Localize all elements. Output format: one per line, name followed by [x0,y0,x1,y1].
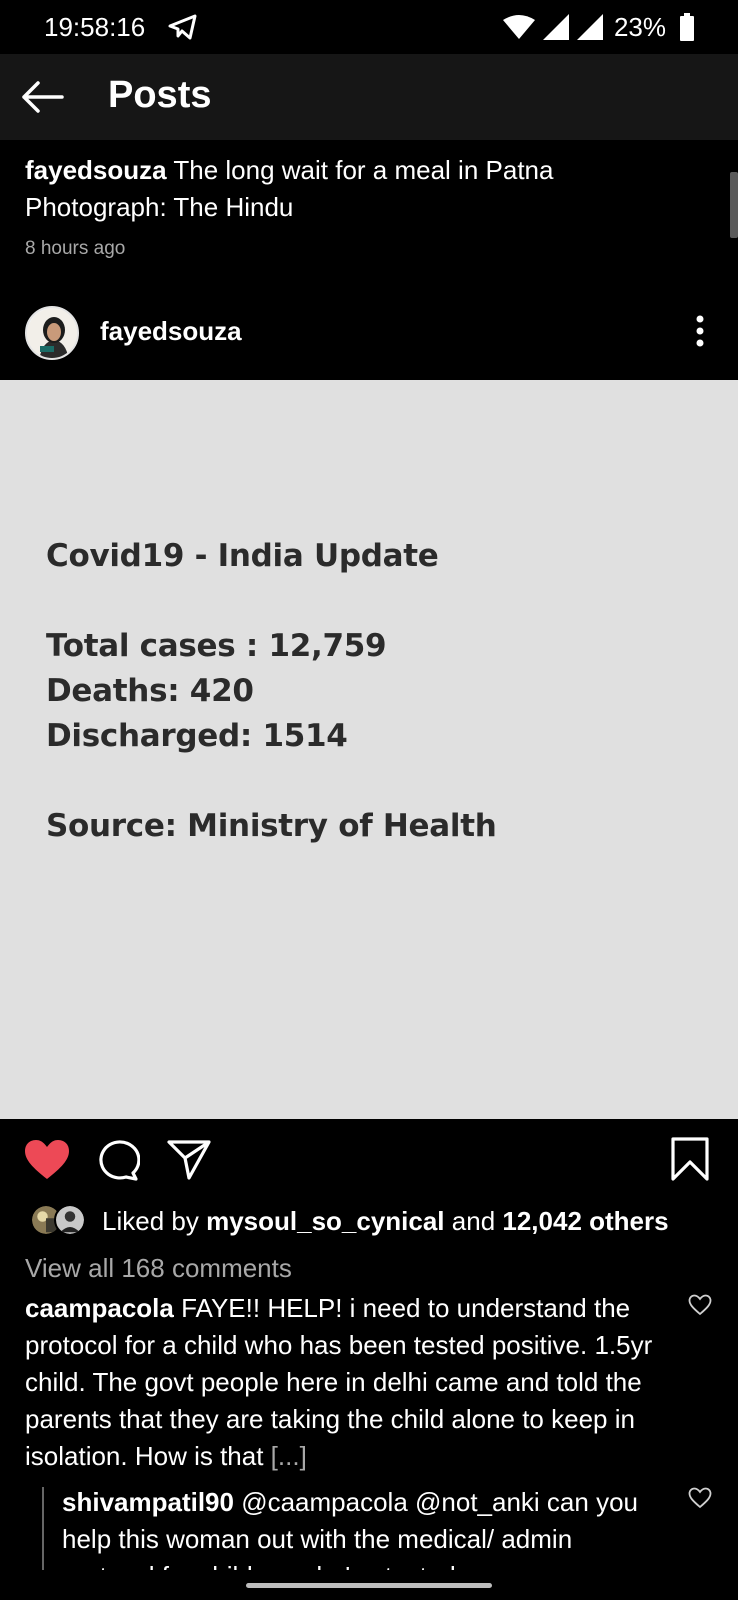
signal-icon-2 [576,14,603,40]
avatar-image [27,308,77,358]
caption-text: fayedsouza The long wait for a meal in P… [25,152,705,226]
share-icon[interactable] [166,1139,212,1181]
caption-line-1: The long wait for a meal in Patna [166,155,554,185]
image-line-total-cases: Total cases : 12,759 [46,628,387,664]
back-arrow-icon[interactable] [18,76,66,118]
more-options-icon[interactable] [688,310,712,352]
reply-thread-line [42,1487,44,1573]
likes-row[interactable]: Liked by mysoul_so_cynical and 12,042 ot… [0,1200,738,1248]
status-indicators: 23% [496,10,694,44]
gesture-handle[interactable] [246,1583,492,1588]
liked-by-count[interactable]: 12,042 others [502,1206,668,1236]
liked-by-prefix: Liked by [102,1206,207,1236]
comment-icon[interactable] [96,1139,140,1181]
reply-username[interactable]: shivampatil90 [62,1487,234,1517]
battery-icon [680,13,694,41]
comment-more-link[interactable]: [...] [271,1441,307,1471]
image-line-discharged: Discharged: 1514 [46,718,348,754]
comment-username[interactable]: caampacola [25,1293,174,1323]
liker-avatar-2 [54,1204,86,1236]
image-line-deaths: Deaths: 420 [46,673,254,709]
telegram-icon [168,14,197,40]
image-line-source: Source: Ministry of Health [46,808,497,844]
status-time: 19:58:16 [44,12,146,42]
liked-by-mid: and [444,1206,503,1236]
previous-post-caption: fayedsouza The long wait for a meal in P… [0,140,738,296]
app-bar: Posts [0,54,738,140]
signal-icon [542,14,569,40]
post-image[interactable]: Covid19 - India Update Total cases : 12,… [0,380,738,1119]
liked-by-text: Liked by mysoul_so_cynical and 12,042 ot… [102,1206,669,1237]
reply-like-icon[interactable] [688,1487,712,1509]
comment-like-icon[interactable] [688,1294,712,1316]
wifi-icon [502,15,535,39]
post-username[interactable]: fayedsouza [100,316,242,347]
image-title: Covid19 - India Update [46,538,439,574]
post-header: fayedsouza [0,296,738,380]
status-bar: 19:58:16 23% [0,0,738,54]
battery-percent: 23% [613,11,666,42]
timestamp: 8 hours ago [25,238,126,259]
comment: caampacola FAYE!! HELP! i need to unders… [25,1290,665,1475]
post-actions [0,1119,738,1209]
view-all-comments-link[interactable]: View all 168 comments [25,1253,292,1284]
liked-by-user[interactable]: mysoul_so_cynical [206,1206,444,1236]
bookmark-icon[interactable] [670,1137,710,1181]
avatar[interactable] [25,306,79,360]
heart-filled-icon[interactable] [24,1139,70,1181]
caption-line-2: Photograph: The Hindu [25,192,294,222]
page-title: Posts [108,74,212,116]
scrollbar[interactable] [730,172,738,238]
caption-username[interactable]: fayedsouza [25,155,167,185]
